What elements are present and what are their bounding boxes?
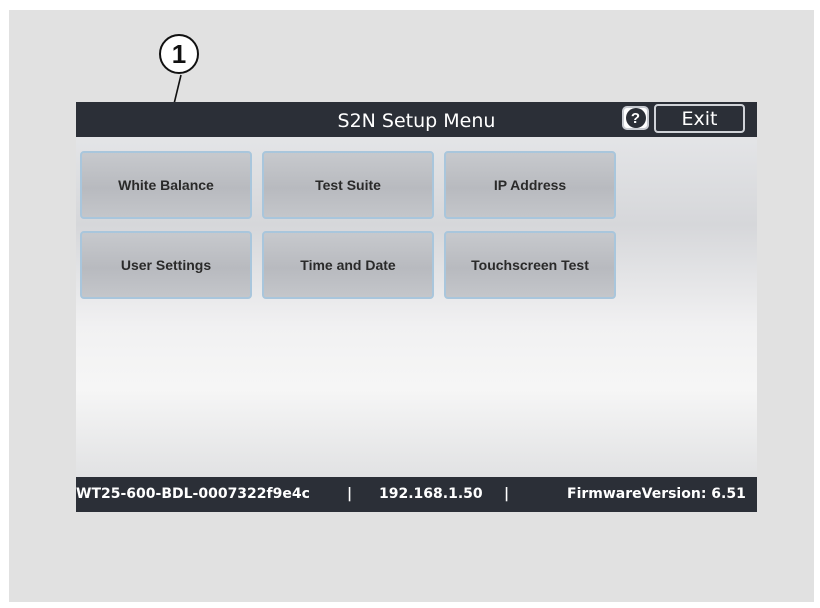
test-suite-button[interactable]: Test Suite bbox=[262, 151, 434, 219]
firmware-version: FirmwareVersion: 6.51 bbox=[567, 486, 746, 502]
touchscreen-test-button[interactable]: Touchscreen Test bbox=[444, 231, 616, 299]
status-bar: WT25-600-BDL-0007322f9e4c | 192.168.1.50… bbox=[76, 477, 757, 512]
callout-number: 1 bbox=[171, 38, 187, 69]
time-and-date-button[interactable]: Time and Date bbox=[262, 231, 434, 299]
exit-button[interactable]: Exit bbox=[654, 104, 745, 133]
device-id: WT25-600-BDL-0007322f9e4c bbox=[76, 486, 310, 502]
ip-address-value: 192.168.1.50 bbox=[379, 486, 483, 502]
help-icon: ? bbox=[625, 108, 646, 128]
setup-menu-screen: S2N Setup Menu ? Exit White Balance Test… bbox=[76, 102, 757, 512]
callout-marker: 1 bbox=[159, 34, 199, 74]
white-balance-button[interactable]: White Balance bbox=[80, 151, 252, 219]
user-settings-button[interactable]: User Settings bbox=[80, 231, 252, 299]
ip-address-button[interactable]: IP Address bbox=[444, 151, 616, 219]
help-button[interactable]: ? bbox=[622, 106, 649, 130]
title-bar: S2N Setup Menu ? Exit bbox=[76, 102, 757, 137]
status-separator: | bbox=[504, 486, 510, 502]
status-separator: | bbox=[347, 486, 353, 502]
